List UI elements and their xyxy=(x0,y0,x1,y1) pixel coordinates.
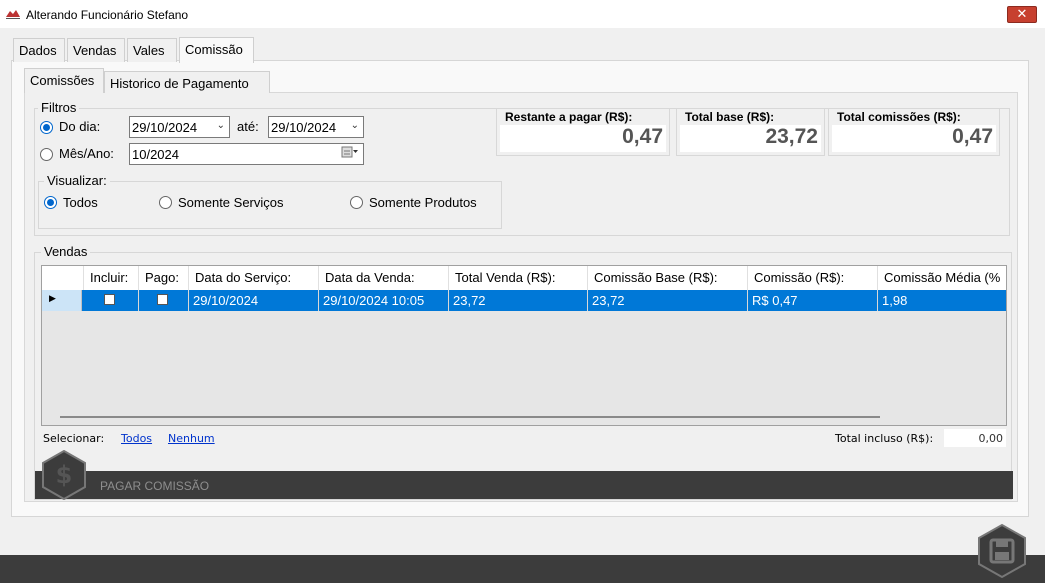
close-button[interactable]: ✕ xyxy=(1007,6,1037,23)
save-icon[interactable] xyxy=(977,523,1027,581)
comissao-base-cell: 23,72 xyxy=(588,290,748,311)
data-servico-cell: 29/10/2024 xyxy=(189,290,319,311)
pago-cell xyxy=(139,290,189,311)
select-all-link[interactable]: Todos xyxy=(121,432,152,445)
date-from-value: 29/10/2024 xyxy=(132,120,198,135)
filtros-legend: Filtros xyxy=(38,100,80,115)
do-dia-radio[interactable] xyxy=(40,121,53,134)
vendas-grid[interactable]: Incluir: Pago: Data do Serviço: Data da … xyxy=(41,265,1007,426)
window-title: Alterando Funcionário Stefano xyxy=(26,8,189,22)
total-base-label: Total base (R$): xyxy=(685,110,775,124)
col-incluir[interactable]: Incluir: xyxy=(84,266,139,290)
date-to-picker[interactable]: 29/10/2024 ⌄ xyxy=(268,116,364,138)
tab-dados[interactable]: Dados xyxy=(13,38,65,62)
row-header-corner xyxy=(42,266,84,290)
incluir-checkbox[interactable] xyxy=(104,294,115,305)
col-data-servico[interactable]: Data do Serviço: xyxy=(189,266,319,290)
horizontal-scrollbar[interactable] xyxy=(60,416,880,418)
row-selector[interactable]: ▶ xyxy=(42,290,82,311)
col-comissao-base[interactable]: Comissão Base (R$): xyxy=(588,266,748,290)
tab-vendas[interactable]: Vendas xyxy=(67,38,125,62)
mes-ano-value: 10/2024 xyxy=(132,147,179,162)
table-row[interactable]: 29/10/2024 29/10/2024 10:05 23,72 23,72 … xyxy=(82,290,1006,311)
total-comissoes-value: 0,47 xyxy=(952,125,993,149)
mes-ano-radio[interactable] xyxy=(40,148,53,161)
mes-ano-picker[interactable]: 10/2024 xyxy=(129,143,364,165)
app-logo-icon xyxy=(5,8,21,20)
total-venda-cell: 23,72 xyxy=(449,290,588,311)
do-dia-label: Do dia: xyxy=(59,119,101,134)
restante-a-pagar-label: Restante a pagar (R$): xyxy=(505,110,633,124)
comissao-cell: R$ 0,47 xyxy=(748,290,878,311)
select-none-link[interactable]: Nenhum xyxy=(168,432,215,445)
somente-servicos-radio[interactable] xyxy=(159,196,172,209)
pago-checkbox[interactable] xyxy=(157,294,168,305)
ate-label: até: xyxy=(237,119,259,134)
col-comissao[interactable]: Comissão (R$): xyxy=(748,266,878,290)
col-total-venda[interactable]: Total Venda (R$): xyxy=(449,266,588,290)
tab-historico-pagamento[interactable]: Historico de Pagamento xyxy=(104,71,270,93)
pagar-comissao-button[interactable]: PAGAR COMISSÃO xyxy=(100,479,209,493)
col-comissao-media[interactable]: Comissão Média (% xyxy=(878,266,1006,290)
calendar-icon[interactable] xyxy=(341,146,359,161)
somente-servicos-label: Somente Serviços xyxy=(178,195,284,210)
total-comissoes-box: Total comissões (R$): 0,47 xyxy=(828,108,1000,156)
tab-comissoes[interactable]: Comissões xyxy=(24,68,104,93)
total-base-box: Total base (R$): 23,72 xyxy=(676,108,825,156)
total-incluso-label: Total incluso (R$): xyxy=(835,432,934,445)
comissao-media-cell: 1,98 xyxy=(878,290,1006,311)
col-pago[interactable]: Pago: xyxy=(139,266,189,290)
visualizar-legend: Visualizar: xyxy=(44,173,110,188)
svg-text:$: $ xyxy=(56,461,73,489)
incluir-cell xyxy=(82,290,139,311)
tab-vales[interactable]: Vales xyxy=(127,38,177,62)
todos-option-label: Todos xyxy=(63,195,98,210)
selecionar-label: Selecionar: xyxy=(43,432,105,445)
grid-header: Incluir: Pago: Data do Serviço: Data da … xyxy=(42,266,1006,290)
dollar-icon[interactable]: $ xyxy=(41,449,87,501)
col-data-venda[interactable]: Data da Venda: xyxy=(319,266,449,290)
footer-bar xyxy=(0,555,1045,583)
restante-a-pagar-value: 0,47 xyxy=(622,125,663,149)
vendas-legend: Vendas xyxy=(41,244,91,259)
date-from-picker[interactable]: 29/10/2024 ⌄ xyxy=(129,116,230,138)
date-to-value: 29/10/2024 xyxy=(271,120,337,135)
total-incluso-value: 0,00 xyxy=(944,429,1006,447)
todos-radio[interactable] xyxy=(44,196,57,209)
somente-produtos-radio[interactable] xyxy=(350,196,363,209)
tab-comissao[interactable]: Comissão xyxy=(179,37,254,63)
total-base-value: 23,72 xyxy=(765,125,818,149)
somente-produtos-label: Somente Produtos xyxy=(369,195,477,210)
total-comissoes-label: Total comissões (R$): xyxy=(837,110,961,124)
mes-ano-label: Mês/Ano: xyxy=(59,146,114,161)
row-pointer-icon: ▶ xyxy=(49,294,56,304)
chevron-down-icon: ⌄ xyxy=(350,120,359,131)
chevron-down-icon: ⌄ xyxy=(216,120,225,131)
restante-a-pagar-box: Restante a pagar (R$): 0,47 xyxy=(496,108,670,156)
data-venda-cell: 29/10/2024 10:05 xyxy=(319,290,449,311)
